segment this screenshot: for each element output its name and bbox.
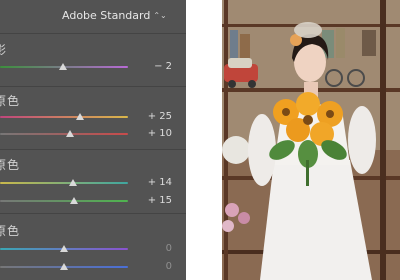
red-hue-slider[interactable] [0,116,128,118]
calibration-panel: Adobe Standard ⌃⌄ 影 − 2 原色 + 25 + 10 原色 +… [0,0,186,280]
red-hue-thumb[interactable] [76,113,84,120]
red-saturation-value[interactable]: + 10 [148,128,172,139]
blue-saturation-thumb[interactable] [60,263,68,270]
green-saturation-slider[interactable] [0,200,128,202]
red-saturation-thumb[interactable] [66,130,75,137]
green-saturation-thumb[interactable] [69,197,78,204]
red-primary-label: 原色 [0,94,21,108]
red-hue-value[interactable]: + 25 [148,111,172,122]
divider [0,86,186,87]
green-hue-thumb[interactable] [68,179,77,186]
profile-dropdown[interactable]: Adobe Standard ⌃⌄ [62,9,167,22]
photo-image [222,0,400,280]
shadows-tint-thumb[interactable] [58,63,67,70]
green-primary-label: 原色 [0,158,21,172]
divider [0,33,186,34]
shadows-tint-value[interactable]: − 2 [154,61,172,72]
green-hue-slider[interactable] [0,182,128,184]
divider [0,149,186,150]
chevron-updown-icon: ⌃⌄ [153,11,167,20]
shadows-label: 影 [0,43,8,57]
green-hue-value[interactable]: + 14 [148,177,172,188]
red-saturation-slider[interactable] [0,133,128,135]
profile-label: Adobe Standard [62,9,151,22]
blue-hue-thumb[interactable] [60,245,68,252]
divider [0,213,186,214]
photo-preview [222,0,400,280]
green-saturation-value[interactable]: + 15 [148,195,172,206]
blue-saturation-value[interactable]: 0 [166,261,172,272]
blue-primary-label: 原色 [0,224,21,238]
blue-hue-value[interactable]: 0 [166,243,172,254]
